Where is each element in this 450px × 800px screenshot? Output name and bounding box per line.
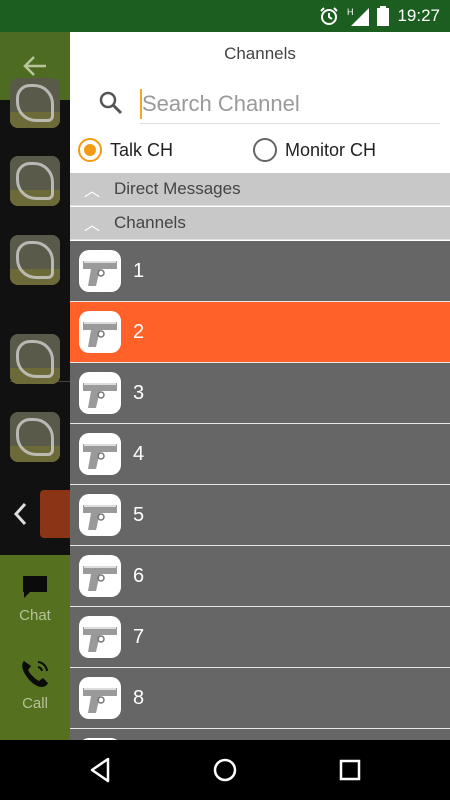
chevron-up-icon: ︿ bbox=[83, 183, 100, 200]
back-arrow-icon[interactable] bbox=[22, 53, 48, 79]
channel-name: 7 bbox=[133, 625, 145, 648]
chat-icon bbox=[23, 576, 47, 598]
radio-talk-ch[interactable]: Talk CH bbox=[78, 138, 173, 162]
system-nav-bar bbox=[0, 740, 450, 800]
nav-chat-label: Chat bbox=[19, 607, 51, 624]
back-triangle-icon[interactable] bbox=[86, 755, 116, 785]
chevron-up-icon: ︿ bbox=[83, 217, 100, 234]
channel-name: 5 bbox=[133, 503, 145, 526]
channel-row[interactable]: 7 bbox=[70, 607, 450, 668]
channel-row[interactable]: 5 bbox=[70, 485, 450, 546]
alarm-icon bbox=[320, 7, 339, 25]
phone-icon bbox=[22, 661, 48, 687]
status-bar: H 19:27 bbox=[0, 0, 450, 32]
nav-call-label: Call bbox=[22, 695, 48, 712]
home-circle-icon[interactable] bbox=[210, 755, 240, 785]
channel-name: 4 bbox=[133, 442, 145, 465]
channel-row[interactable]: 1 bbox=[70, 241, 450, 302]
avatar bbox=[10, 235, 60, 285]
pistol-icon bbox=[79, 616, 121, 658]
section-channels-label: Channels bbox=[114, 213, 186, 232]
channel-name: 8 bbox=[133, 686, 145, 709]
background-app: Chat Call bbox=[0, 32, 70, 740]
signal-h-icon: H bbox=[347, 7, 370, 26]
channel-row[interactable]: 4 bbox=[70, 424, 450, 485]
radio-talk-ch-label: Talk CH bbox=[110, 139, 174, 160]
drawer-title: Channels bbox=[224, 44, 296, 63]
clock: 19:27 bbox=[397, 6, 440, 25]
channel-name: 6 bbox=[133, 564, 145, 587]
background-bottom-nav: Chat Call bbox=[0, 555, 70, 740]
nav-chat[interactable]: Chat bbox=[0, 573, 70, 624]
pistol-icon bbox=[79, 677, 121, 719]
radio-monitor-ch[interactable]: Monitor CH bbox=[253, 138, 376, 162]
battery-icon bbox=[377, 6, 390, 26]
pistol-icon bbox=[79, 555, 121, 597]
pistol-icon bbox=[79, 494, 121, 536]
search-icon[interactable] bbox=[98, 90, 124, 116]
avatar bbox=[10, 412, 60, 462]
channels-drawer: Channels Talk CH Monitor CH ︿ Direct Mes… bbox=[70, 32, 450, 740]
channel-name: 2 bbox=[133, 320, 145, 343]
pistol-icon bbox=[79, 250, 121, 292]
channel-name: 3 bbox=[133, 381, 145, 404]
channel-row[interactable]: 3 bbox=[70, 363, 450, 424]
pistol-icon bbox=[79, 372, 121, 414]
section-direct-messages[interactable]: ︿ Direct Messages bbox=[70, 173, 450, 206]
status-icons: H 19:27 bbox=[319, 0, 440, 32]
channel-list: 1 2 3 4 5 6 7 8 bbox=[70, 241, 450, 740]
background-chip bbox=[40, 490, 70, 538]
search-input[interactable] bbox=[140, 84, 440, 124]
channel-row[interactable]: 8 bbox=[70, 668, 450, 729]
avatar bbox=[10, 156, 60, 206]
radio-selected-icon bbox=[78, 138, 102, 162]
section-channels[interactable]: ︿ Channels bbox=[70, 207, 450, 240]
radio-unselected-icon bbox=[253, 138, 277, 162]
channel-row[interactable] bbox=[70, 729, 450, 740]
avatar bbox=[10, 334, 60, 384]
chevron-left-icon[interactable] bbox=[12, 501, 28, 527]
channel-row-selected[interactable]: 2 bbox=[70, 302, 450, 363]
channel-name: 1 bbox=[133, 259, 145, 282]
avatar bbox=[10, 78, 60, 128]
section-direct-messages-label: Direct Messages bbox=[114, 179, 241, 198]
radio-monitor-ch-label: Monitor CH bbox=[285, 139, 377, 160]
background-list bbox=[0, 78, 70, 555]
channel-row[interactable]: 6 bbox=[70, 546, 450, 607]
pistol-icon bbox=[79, 311, 121, 353]
nav-call[interactable]: Call bbox=[0, 657, 70, 712]
svg-text:H: H bbox=[347, 7, 354, 17]
pistol-icon bbox=[79, 433, 121, 475]
recents-square-icon[interactable] bbox=[335, 755, 365, 785]
text-cursor bbox=[140, 89, 142, 119]
